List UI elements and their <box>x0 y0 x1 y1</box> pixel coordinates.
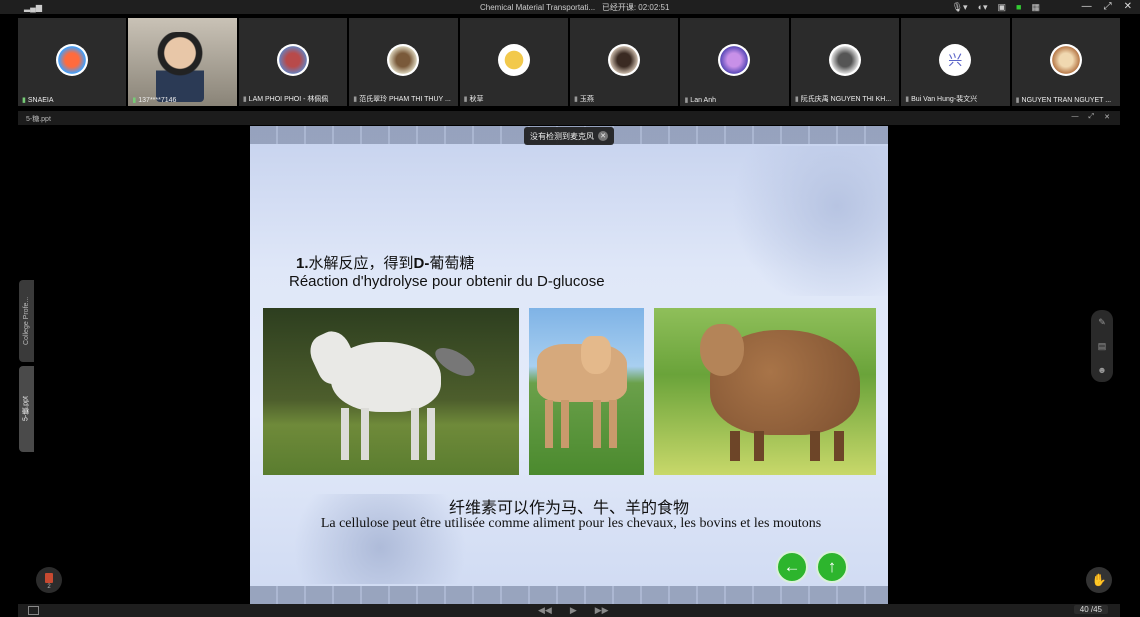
mic-off-icon: ▮ <box>684 97 689 104</box>
close-icon[interactable]: ✕ <box>1124 1 1132 12</box>
slide-heading-fr: Réaction d'hydrolyse pour obtenir du D-g… <box>289 273 605 290</box>
participant-name: NGUYEN TRAN NGUYET ... <box>1021 97 1112 104</box>
avatar <box>56 44 88 76</box>
expand-icon[interactable]: ⤢ <box>1089 113 1095 121</box>
slide-decoration <box>718 146 888 296</box>
mic-off-icon: ▮ <box>463 96 468 103</box>
cow-photo <box>529 308 644 475</box>
participant-name: 范氏翠玲 PHAM THI THUY ... <box>359 96 451 103</box>
mic-off-icon: ▮ <box>574 96 578 103</box>
people-icon[interactable]: ▣ <box>998 2 1007 13</box>
participant-name: 阮氏庆禹 NGUYEN THI KH... <box>800 96 892 103</box>
no-mic-notice: 没有检测到麦克风 ✕ <box>524 127 614 145</box>
avatar <box>276 44 309 76</box>
ppt-icon <box>45 573 53 583</box>
title-bar: ▂▄▆ Chemical Material Transportati... 已经… <box>0 0 1140 14</box>
slide-border-bottom <box>250 586 888 604</box>
participant-tile[interactable]: ▮ SNAEIA <box>18 18 127 106</box>
minimize-icon[interactable]: — <box>1082 1 1092 12</box>
presentation-slide: 1.水解反应，得到D-葡萄糖 Réaction d'hydrolyse pour… <box>250 126 888 604</box>
signal-icon: ▂▄▆ <box>24 3 42 12</box>
document-bar: 5-糖.ppt — ⤢ ✕ <box>18 111 1120 125</box>
participant-tile[interactable]: 兴 ▮ Bui Van Hung-裴文兴 <box>901 18 1010 106</box>
up-arrow-button[interactable]: ↑ <box>816 551 848 583</box>
back-arrow-button[interactable]: ← <box>776 551 808 583</box>
sidebar-toggle-icon[interactable] <box>28 606 39 615</box>
window-title: Chemical Material Transportati... 已经开课: … <box>480 3 670 12</box>
edit-icon[interactable]: ✎ <box>1098 317 1106 328</box>
raise-hand-button[interactable]: ✋ <box>1086 567 1112 593</box>
participant-name: Bui Van Hung-裴文兴 <box>911 96 978 103</box>
participant-tile[interactable]: ▮ 137****7146 <box>128 18 237 106</box>
participant-tile[interactable]: ▮ 秋草 <box>459 18 569 106</box>
tab-ppt[interactable]: 5-糖.ppt <box>19 366 34 452</box>
avatar <box>387 44 420 76</box>
tab-college-profile[interactable]: College Profe... <box>19 280 34 362</box>
participant-name: LAM PHOI PHOI - 林佩佩 <box>248 96 329 103</box>
caption-fr: La cellulose peut être utilisée comme al… <box>320 516 822 531</box>
doc-window-controls: — ⤢ ✕ <box>1072 113 1110 121</box>
mic-off-icon: ▮ <box>794 96 799 103</box>
avatar: 兴 <box>939 44 972 76</box>
restore-icon[interactable]: ⤢ <box>1104 1 1112 12</box>
participant-tile[interactable]: ▮ 玉燕 <box>570 18 679 106</box>
slide-controls: ◀◀ ▶ ▶▶ <box>538 605 609 616</box>
side-tabs: College Profe... 5-糖.ppt <box>19 280 34 452</box>
ppt-list-button[interactable]: 2 <box>36 567 62 593</box>
members-icon[interactable]: ☻ <box>1097 365 1106 375</box>
participant-tile[interactable]: ▮ NGUYEN TRAN NGUYET ... <box>1011 18 1121 106</box>
mic-icon[interactable]: 🎙▾ <box>952 2 968 13</box>
avatar <box>1049 44 1082 76</box>
mic-off-icon: ▮ <box>905 96 910 103</box>
participant-name: Lan Anh <box>690 97 716 104</box>
participant-strip: ▮ SNAEIA ▮ 137****7146 ▮ LAM PHOI PHOI - 林佩… <box>18 18 1121 106</box>
avatar <box>497 44 530 76</box>
prev-slide-icon[interactable]: ◀◀ <box>538 605 552 616</box>
participant-name: 137****7146 <box>138 97 177 104</box>
participant-tile[interactable]: ▮ 阮氏庆禹 NGUYEN THI KH... <box>790 18 900 106</box>
grid-icon[interactable]: ▦ <box>1031 2 1040 13</box>
window-controls: — ⤢ ✕ <box>1082 1 1132 12</box>
toolbar: 🎙▾ ◐▾ ▣ ■ ▦ <box>952 2 1040 13</box>
avatar <box>718 44 751 76</box>
close-icon[interactable]: ✕ <box>598 131 608 141</box>
close-icon[interactable]: ✕ <box>1104 113 1110 121</box>
mic-off-icon: ▮ <box>353 96 358 103</box>
avatar <box>608 44 641 76</box>
participant-tile[interactable]: ▮ LAM PHOI PHOI - 林佩佩 <box>238 18 348 106</box>
camera-icon[interactable]: ■ <box>1016 2 1021 13</box>
slide-heading-zh: 1.水解反应，得到D-葡萄糖 <box>296 255 475 272</box>
mic-on-icon: ▮ <box>132 97 137 104</box>
class-timer: 已经开课: 02:02:51 <box>601 3 670 12</box>
participant-tile[interactable]: ▮ 范氏翠玲 PHAM THI THUY ... <box>349 18 458 106</box>
play-icon[interactable]: ▶ <box>570 605 577 616</box>
page-indicator: 40 /45 <box>1073 605 1108 614</box>
avatar <box>828 44 861 76</box>
horse-photo <box>263 308 519 475</box>
mic-on-icon: ▮ <box>22 97 26 104</box>
mic-off-icon: ▮ <box>1015 97 1020 104</box>
participant-name: 玉燕 <box>579 96 594 103</box>
right-tool-panel: ✎ ▤ ☻ <box>1091 310 1113 382</box>
minimize-icon[interactable]: — <box>1072 113 1079 121</box>
file-name: 5-糖.ppt <box>26 116 51 123</box>
participant-tile[interactable]: ▮ Lan Anh <box>680 18 789 106</box>
bottom-bar: ◀◀ ▶ ▶▶ 40 /45 <box>18 604 1120 617</box>
mic-off-icon: ▮ <box>242 96 247 103</box>
video-feed <box>156 32 205 102</box>
participant-name: SNAEIA <box>27 97 54 104</box>
participant-name: 秋草 <box>469 96 484 103</box>
next-slide-icon[interactable]: ▶▶ <box>595 605 609 616</box>
sheep-photo <box>654 308 876 475</box>
chat-icon[interactable]: ▤ <box>1098 341 1107 352</box>
speaker-icon[interactable]: ◐▾ <box>978 2 988 13</box>
